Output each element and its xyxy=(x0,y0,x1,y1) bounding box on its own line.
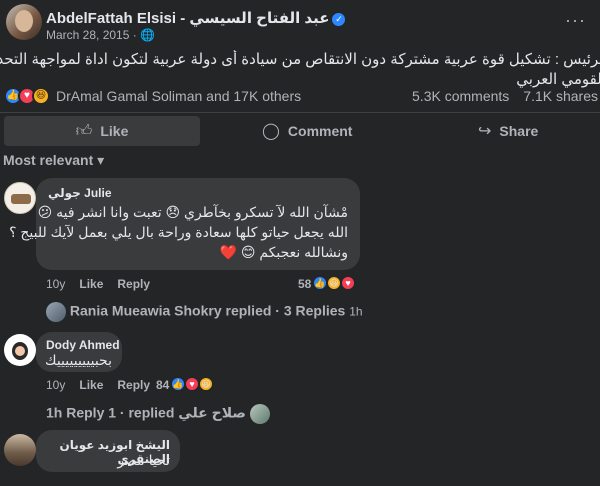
replier-avatar xyxy=(249,404,270,424)
comment-reply-button[interactable]: Reply xyxy=(117,378,150,392)
haha-reaction-icon[interactable]: 😆 xyxy=(32,87,50,105)
comment-text-line: الله يجعل حياتو كلها سعادة وراحة بال يلي… xyxy=(9,224,348,240)
post-actions-bar: 👍︎ Like ◯ Comment ↪ Share xyxy=(0,112,600,148)
comment-icon: ◯ xyxy=(262,123,280,140)
comment-button[interactable]: ◯ Comment xyxy=(262,116,352,146)
comments-count[interactable]: 5.3K comments xyxy=(412,88,509,104)
comment-time[interactable]: 10y xyxy=(46,378,65,392)
comment-time[interactable]: 10y xyxy=(46,277,65,291)
post-header: AbdelFattah Elsisi - عبد الفتاح السيسي ✓ … xyxy=(6,4,600,44)
sort-label: Most relevant xyxy=(3,152,94,168)
commenter-avatar[interactable] xyxy=(4,434,36,466)
comment-bubble: جولي Julie مْشآن الله لآ تسكرو بخآطري 😞 … xyxy=(9,178,360,270)
page-name-text[interactable]: AbdelFattah Elsisi - عبد الفتاح السيسي xyxy=(46,10,329,27)
replier-text: 1 · replied صلاح علي xyxy=(108,404,246,421)
like-button[interactable]: 👍︎ Like xyxy=(4,116,200,146)
comment-like-button[interactable]: Like xyxy=(79,378,103,392)
comment-reaction-count[interactable]: 84 xyxy=(156,378,169,392)
comment-bubble: Dody Ahmed بحبيييييييييك xyxy=(36,332,122,372)
engagement-counts: 5.3K comments 7.1K shares xyxy=(398,88,598,104)
share-button[interactable]: ↪ Share xyxy=(478,116,538,146)
comment-sort-dropdown[interactable]: Most relevant ▾ xyxy=(3,152,104,169)
reply-time: 1h xyxy=(349,304,363,319)
comment-reaction-count[interactable]: 58 xyxy=(298,277,311,291)
post-date-text[interactable]: March 28, 2015 · xyxy=(46,28,140,42)
comment-bubble: اليشخ ابوزيد عويان الصنقري تحيا مصر xyxy=(36,430,180,472)
reactors-link[interactable]: DrAmal Gamal Soliman and 17K others xyxy=(56,88,301,104)
caret-down-icon: ▾ xyxy=(97,152,105,168)
love-reaction-icon: ♥ xyxy=(340,275,356,291)
commenter-avatar[interactable] xyxy=(4,334,36,366)
shares-count[interactable]: 7.1K shares xyxy=(523,88,598,104)
verified-badge-icon: ✓ xyxy=(332,13,346,26)
post-text: الرئيس : تشكيل قوة عربية مشتركة دون الان… xyxy=(0,50,600,90)
post-date[interactable]: March 28, 2015 · 🌐 xyxy=(46,28,155,42)
comment-like-button[interactable]: Like xyxy=(79,277,103,291)
comment-actions: 10y Like Reply xyxy=(46,277,164,291)
globe-icon: 🌐 xyxy=(140,28,156,42)
commenter-avatar[interactable] xyxy=(4,182,36,214)
reactions-summary: 👍 ♥ 😆 DrAmal Gamal Soliman and 17K other… xyxy=(4,87,600,107)
comment-label: Comment xyxy=(287,123,353,139)
more-options-icon[interactable]: ··· xyxy=(565,10,586,31)
replies-count: 3 Replies xyxy=(283,302,346,319)
haha-reaction-icon: 😆 xyxy=(198,376,214,392)
comment-author[interactable]: جولي Julie xyxy=(48,186,112,200)
comment-text-line: تحيا مصر xyxy=(117,452,170,468)
thumbs-up-icon: 👍︎ xyxy=(75,123,93,140)
comment-text-line: بحبيييييييييك xyxy=(45,352,112,368)
avatar-face xyxy=(15,346,25,356)
share-arrow-icon: ↪ xyxy=(478,123,492,140)
replier-text: Rania Mueawia Shokry replied xyxy=(69,302,272,319)
separator-dot: · xyxy=(271,302,284,319)
page-avatar[interactable] xyxy=(6,4,42,40)
comment-text-line: مْشآن الله لآ تسكرو بخآطري 😞 تعبت وانا ا… xyxy=(37,204,348,220)
replies-count: 1h Reply xyxy=(46,404,105,421)
share-label: Share xyxy=(499,123,539,139)
comment-text-line: ونشالله نعجبكم 😊 ❤️ xyxy=(219,244,348,260)
comment-actions: 10y Like Reply xyxy=(46,378,164,392)
post-text-line: الرئيس : تشكيل قوة عربية مشتركة دون الان… xyxy=(0,51,600,68)
like-label: Like xyxy=(100,123,129,139)
replies-link[interactable]: 1h Reply 1 · replied صلاح علي xyxy=(46,404,270,424)
replier-avatar xyxy=(46,302,66,322)
comment-reply-button[interactable]: Reply xyxy=(117,277,150,291)
replies-link[interactable]: Rania Mueawia Shokry replied · 3 Replies… xyxy=(46,302,363,322)
page-name[interactable]: AbdelFattah Elsisi - عبد الفتاح السيسي ✓ xyxy=(46,9,346,27)
avatar-logo xyxy=(11,194,31,204)
